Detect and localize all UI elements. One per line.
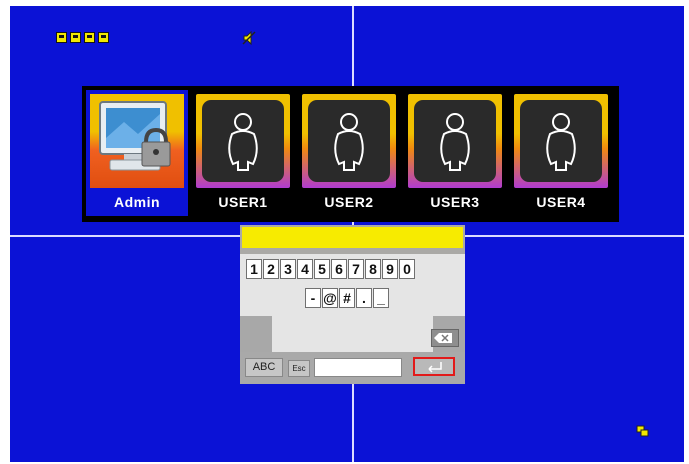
- key-4[interactable]: 4: [297, 259, 313, 279]
- user-card-user1[interactable]: USER1: [192, 90, 294, 216]
- key-9[interactable]: 9: [382, 259, 398, 279]
- user-card-admin[interactable]: Admin: [86, 90, 188, 216]
- key-7[interactable]: 7: [348, 259, 364, 279]
- key-underscore[interactable]: _: [373, 288, 389, 308]
- mute-icon: [242, 31, 256, 45]
- admin-lock-icon: [99, 101, 171, 171]
- key-dash[interactable]: -: [305, 288, 321, 308]
- key-6[interactable]: 6: [331, 259, 347, 279]
- user-card-user4[interactable]: USER4: [510, 90, 612, 216]
- user-label: Admin: [113, 194, 161, 210]
- esc-key[interactable]: Esc: [288, 360, 310, 377]
- key-5[interactable]: 5: [314, 259, 330, 279]
- user-avatar-inner: [308, 100, 390, 182]
- channel-status-icon: [70, 32, 81, 43]
- user-avatar-inner: [520, 100, 602, 182]
- keypad-shift-area: [240, 316, 272, 352]
- user-label: USER4: [536, 194, 586, 210]
- user-label: USER2: [324, 194, 374, 210]
- user-card-user2[interactable]: USER2: [298, 90, 400, 216]
- user-avatar-inner: [202, 100, 284, 182]
- user-avatar: [514, 94, 608, 188]
- backspace-icon: [434, 333, 452, 343]
- key-hash[interactable]: #: [339, 288, 355, 308]
- channel-status-icon: [56, 32, 67, 43]
- channel-status-icon: [84, 32, 95, 43]
- key-1[interactable]: 1: [246, 259, 262, 279]
- password-input[interactable]: [242, 227, 463, 248]
- abc-key[interactable]: ABC: [245, 358, 283, 377]
- channel-status-icons: [56, 32, 109, 43]
- admin-avatar: [90, 94, 184, 188]
- user-icon: [228, 113, 258, 171]
- user-label: USER3: [430, 194, 480, 210]
- user-avatar: [302, 94, 396, 188]
- enter-key[interactable]: [413, 357, 455, 376]
- channel-switch-icon: [636, 425, 649, 437]
- user-icon: [546, 113, 576, 171]
- key-3[interactable]: 3: [280, 259, 296, 279]
- user-icon: [440, 113, 470, 171]
- enter-icon: [428, 362, 442, 373]
- dvr-screen: Admin USER1 USER2 USER3 USER4 1 2 3 4 5 …: [10, 6, 684, 462]
- user-card-user3[interactable]: USER3: [404, 90, 506, 216]
- user-avatar: [408, 94, 502, 188]
- key-dot[interactable]: .: [356, 288, 372, 308]
- password-dialog: 1 2 3 4 5 6 7 8 9 0 - @ # . _ ABC Esc: [240, 225, 465, 384]
- channel-status-icon: [98, 32, 109, 43]
- space-key[interactable]: [314, 358, 402, 377]
- key-0[interactable]: 0: [399, 259, 415, 279]
- user-avatar-inner: [414, 100, 496, 182]
- virtual-keyboard: 1 2 3 4 5 6 7 8 9 0 - @ # . _ ABC Esc: [240, 254, 465, 384]
- key-2[interactable]: 2: [263, 259, 279, 279]
- key-at[interactable]: @: [322, 288, 338, 308]
- user-icon: [334, 113, 364, 171]
- user-label: USER1: [218, 194, 268, 210]
- user-selector: Admin USER1 USER2 USER3 USER4: [82, 86, 619, 222]
- keypad-bottom-row: ABC Esc: [240, 352, 465, 384]
- user-avatar: [196, 94, 290, 188]
- backspace-key[interactable]: [431, 329, 459, 347]
- key-8[interactable]: 8: [365, 259, 381, 279]
